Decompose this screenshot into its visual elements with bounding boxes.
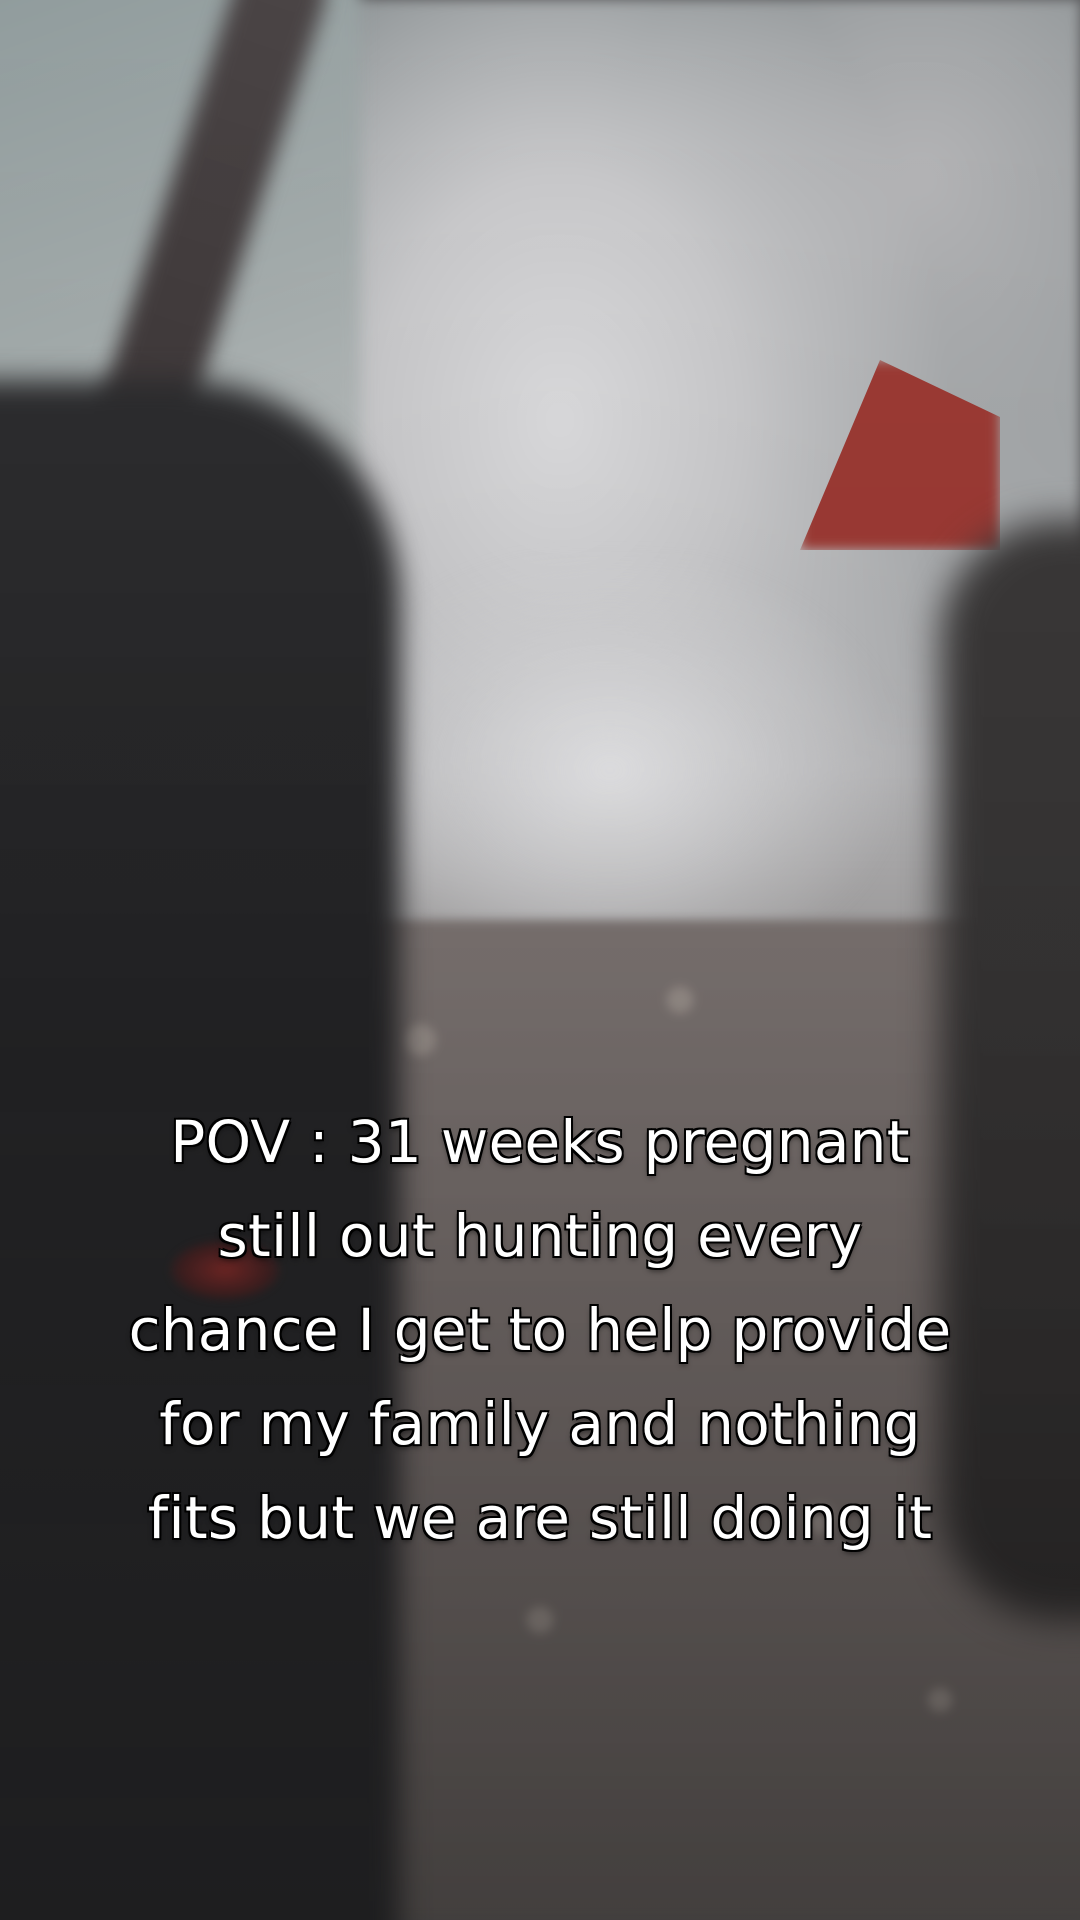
caption-line: fits but we are still doing it — [147, 1484, 933, 1552]
caption-line: chance I get to help provide — [128, 1296, 952, 1364]
bottom-shade — [0, 0, 1080, 1920]
caption-line: for my family and nothing — [159, 1390, 921, 1458]
caption-line: POV : 31 weeks pregnant — [170, 1108, 910, 1176]
caption-line: still out hunting every — [217, 1202, 863, 1270]
video-caption: POV : 31 weeks pregnant still out huntin… — [40, 1095, 1040, 1565]
video-frame: POV : 31 weeks pregnant still out huntin… — [0, 0, 1080, 1920]
